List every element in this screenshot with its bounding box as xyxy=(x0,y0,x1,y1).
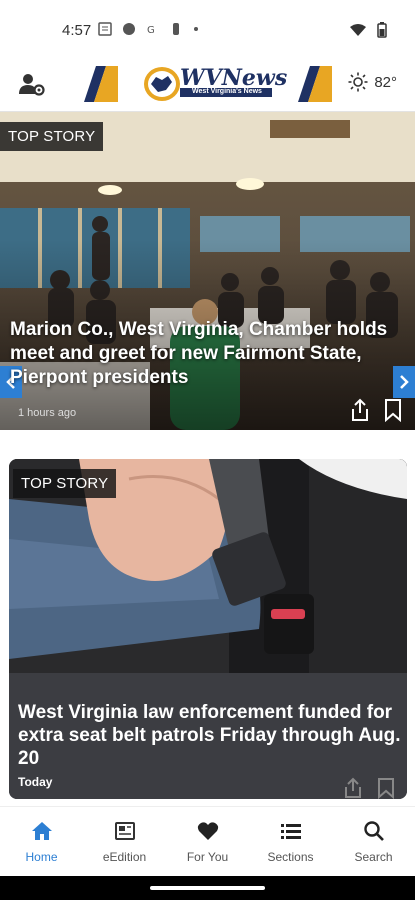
sun-icon xyxy=(348,72,368,92)
nav-search[interactable]: Search xyxy=(332,807,415,876)
dot-icon xyxy=(194,27,198,31)
card-body: West Virginia law enforcement funded for… xyxy=(9,673,407,799)
card-share-button[interactable] xyxy=(343,777,363,799)
nav-for-you[interactable]: For You xyxy=(166,807,249,876)
card-time: Today xyxy=(18,775,53,789)
wifi-icon xyxy=(350,24,366,36)
nav-search-label: Search xyxy=(354,849,393,864)
bookmark-icon xyxy=(385,399,401,423)
status-icons-right xyxy=(349,22,387,38)
share-icon xyxy=(352,398,368,421)
bottom-nav: Home eEdition For You Sections Search xyxy=(0,806,415,876)
battery-icon xyxy=(377,22,387,38)
nav-sections[interactable]: Sections xyxy=(249,807,332,876)
record-icon xyxy=(123,23,135,35)
nav-for-you-label: For You xyxy=(186,849,229,864)
status-icons-left: G xyxy=(98,22,200,36)
home-gesture-handle[interactable] xyxy=(150,886,265,890)
newspaper-icon xyxy=(113,820,137,842)
app-header: WVNews West Virginia's News 82° xyxy=(0,58,415,112)
weather-widget[interactable]: 82° xyxy=(348,72,397,92)
nav-eedition-label: eEdition xyxy=(102,849,147,864)
hero-tag: TOP STORY xyxy=(0,122,104,151)
weather-temp: 82° xyxy=(374,73,397,91)
hero-bookmark-button[interactable] xyxy=(383,398,403,423)
svg-text:G: G xyxy=(147,25,155,36)
account-settings-icon xyxy=(19,74,45,96)
gesture-bar xyxy=(0,876,415,900)
card-tag: TOP STORY xyxy=(13,469,117,498)
hero-share-button[interactable] xyxy=(349,398,371,422)
share-icon xyxy=(345,777,361,798)
card-bookmark-button[interactable] xyxy=(377,777,395,799)
translate-icon: G xyxy=(147,25,155,36)
home-icon xyxy=(30,820,54,842)
status-bar: 4:57 G xyxy=(0,0,415,58)
status-time: 4:57 xyxy=(62,22,92,39)
usb-icon xyxy=(173,23,179,35)
hero-time: 1 hours ago xyxy=(18,407,77,419)
card-title[interactable]: West Virginia law enforcement funded for… xyxy=(18,701,403,770)
sim-card-icon xyxy=(98,22,112,36)
logo-graphic: WVNews xyxy=(84,65,332,102)
nav-eedition[interactable]: eEdition xyxy=(83,807,166,876)
nav-home-label: Home xyxy=(25,849,58,864)
card-story[interactable]: TOP STORY West Virginia law enforcement … xyxy=(9,459,407,799)
list-icon xyxy=(279,820,303,842)
logo-subtext: West Virginia's News xyxy=(192,88,262,95)
account-settings-button[interactable] xyxy=(18,72,46,98)
hero-story[interactable]: TOP STORY Marion Co., West Virginia, Cha… xyxy=(0,112,415,430)
hero-title[interactable]: Marion Co., West Virginia, Chamber holds… xyxy=(10,318,410,390)
heart-icon xyxy=(196,820,220,842)
nav-sections-label: Sections xyxy=(267,849,314,864)
nav-home[interactable]: Home xyxy=(0,807,83,876)
search-icon xyxy=(362,820,386,842)
bookmark-icon xyxy=(378,778,394,799)
wvnews-logo[interactable]: WVNews West Virginia's News xyxy=(82,64,334,104)
